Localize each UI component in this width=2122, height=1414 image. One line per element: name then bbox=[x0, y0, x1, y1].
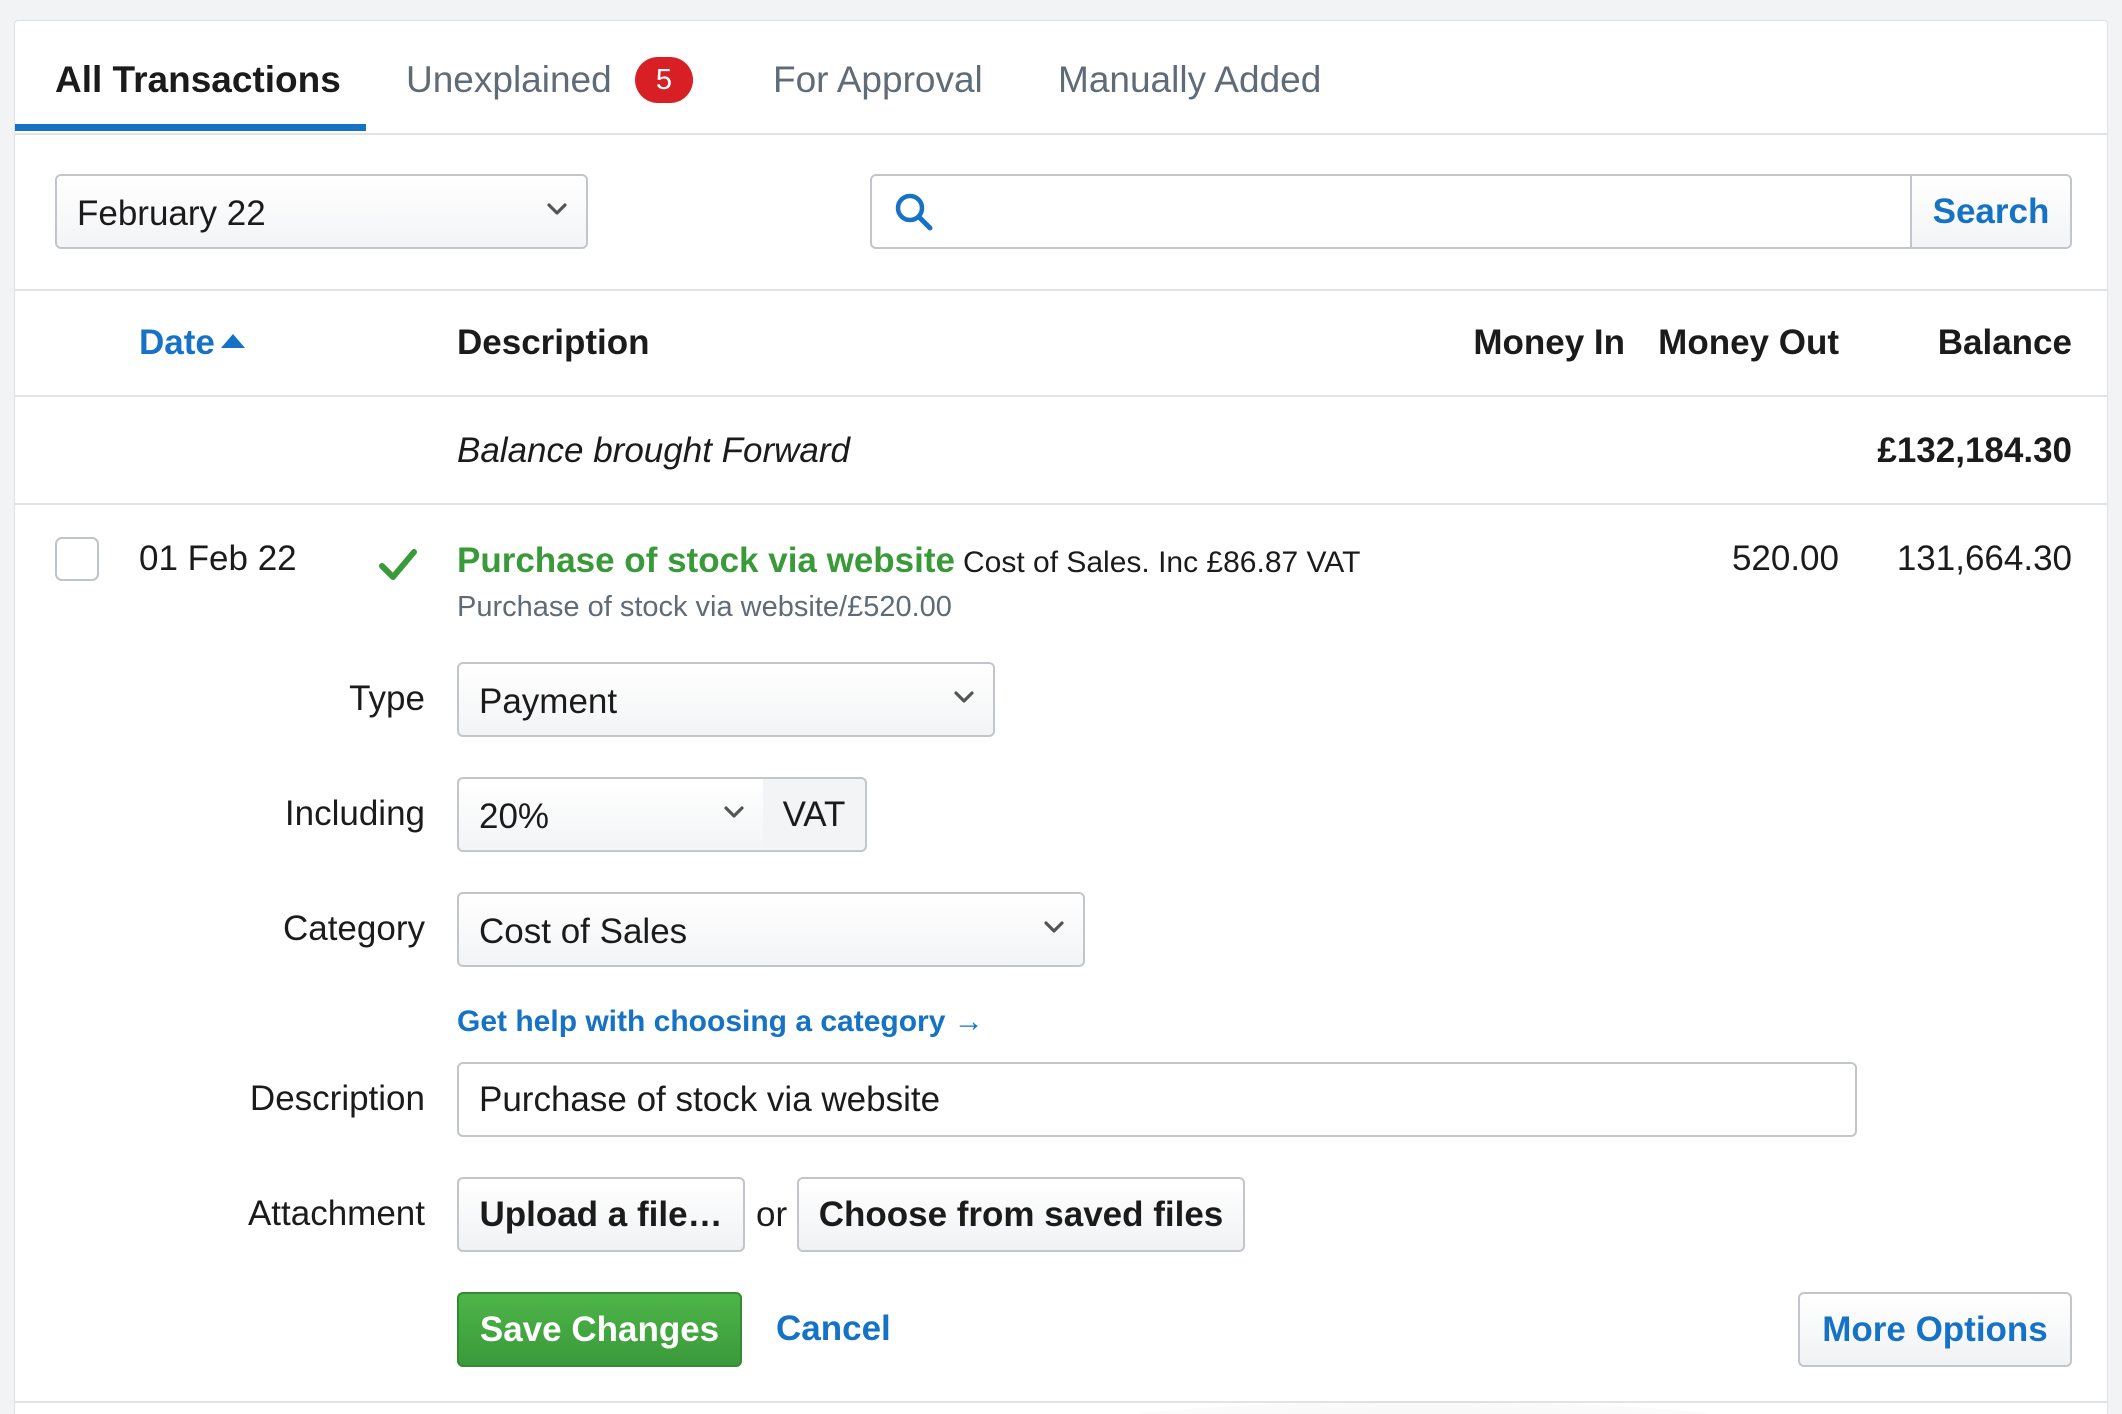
tab-for-approval[interactable]: For Approval bbox=[773, 59, 983, 101]
tab-unexplained[interactable]: Unexplained bbox=[406, 59, 612, 101]
description-label: Description bbox=[249, 1079, 425, 1118]
search-input[interactable] bbox=[950, 182, 1894, 242]
column-header-money-in: Money In bbox=[1473, 323, 1625, 362]
row-description: Purchase of stock via website Cost of Sal… bbox=[457, 541, 1360, 581]
tab-manually-added[interactable]: Manually Added bbox=[1058, 59, 1321, 101]
divider bbox=[15, 289, 2107, 291]
vat-suffix: VAT bbox=[763, 777, 867, 852]
including-label: Including bbox=[284, 794, 425, 833]
upload-file-button[interactable]: Upload a file… bbox=[457, 1177, 745, 1252]
type-label: Type bbox=[349, 679, 425, 718]
type-select-value: Payment bbox=[479, 682, 618, 721]
search-icon bbox=[895, 193, 933, 231]
chevron-down-icon bbox=[724, 806, 744, 818]
chevron-down-icon bbox=[954, 691, 974, 703]
column-header-balance: Balance bbox=[1937, 323, 2072, 362]
row-select-checkbox[interactable] bbox=[55, 537, 99, 581]
column-header-date-label: Date bbox=[139, 323, 215, 362]
save-changes-button[interactable]: Save Changes bbox=[457, 1292, 742, 1367]
category-select[interactable]: Cost of Sales bbox=[457, 892, 1085, 967]
row-category-meta: Cost of Sales. Inc £86.87 VAT bbox=[962, 546, 1361, 579]
choose-saved-files-button[interactable]: Choose from saved files bbox=[797, 1177, 1245, 1252]
chevron-down-icon bbox=[1044, 921, 1064, 933]
row-money-out: 520.00 bbox=[1731, 539, 1839, 578]
or-text: or bbox=[756, 1195, 788, 1234]
category-label: Category bbox=[282, 909, 425, 948]
vat-rate-select[interactable]: 20% bbox=[457, 777, 765, 852]
tab-bar: All Transactions Unexplained 5 For Appro… bbox=[15, 21, 2107, 135]
active-tab-indicator bbox=[15, 124, 366, 131]
row-balance: 131,664.30 bbox=[1896, 539, 2072, 578]
more-options-button[interactable]: More Options bbox=[1798, 1292, 2072, 1367]
row-subtitle: Purchase of stock via website/£520.00 bbox=[457, 591, 952, 623]
description-input[interactable] bbox=[457, 1062, 1857, 1137]
cancel-link[interactable]: Cancel bbox=[776, 1309, 891, 1349]
row-date: 01 Feb 22 bbox=[139, 539, 297, 578]
unexplained-count-badge: 5 bbox=[635, 57, 693, 103]
row-title: Purchase of stock via website bbox=[457, 541, 955, 580]
chevron-down-icon bbox=[547, 203, 567, 215]
search-box: Search bbox=[870, 174, 2072, 249]
checkmark-icon bbox=[379, 549, 417, 580]
category-select-value: Cost of Sales bbox=[479, 912, 688, 951]
sort-ascending-icon bbox=[220, 334, 245, 348]
divider bbox=[15, 1401, 2107, 1403]
type-select[interactable]: Payment bbox=[457, 662, 995, 737]
column-header-date[interactable]: Date bbox=[139, 323, 245, 363]
balance-forward-label: Balance brought Forward bbox=[457, 431, 850, 470]
tab-all-transactions[interactable]: All Transactions bbox=[55, 59, 341, 101]
transactions-panel: All Transactions Unexplained 5 For Appro… bbox=[14, 20, 2108, 1414]
divider bbox=[15, 503, 2107, 505]
balance-forward-amount: £132,184.30 bbox=[1877, 431, 2072, 470]
period-select-value: February 22 bbox=[77, 194, 266, 233]
category-help-link[interactable]: Get help with choosing a category → bbox=[457, 1005, 984, 1039]
vat-rate-value: 20% bbox=[479, 797, 550, 836]
divider bbox=[15, 395, 2107, 397]
search-button[interactable]: Search bbox=[1910, 176, 2070, 247]
column-header-description: Description bbox=[457, 323, 650, 362]
period-select[interactable]: February 22 bbox=[55, 174, 588, 249]
attachment-label: Attachment bbox=[247, 1194, 425, 1233]
column-header-money-out: Money Out bbox=[1658, 323, 1839, 362]
